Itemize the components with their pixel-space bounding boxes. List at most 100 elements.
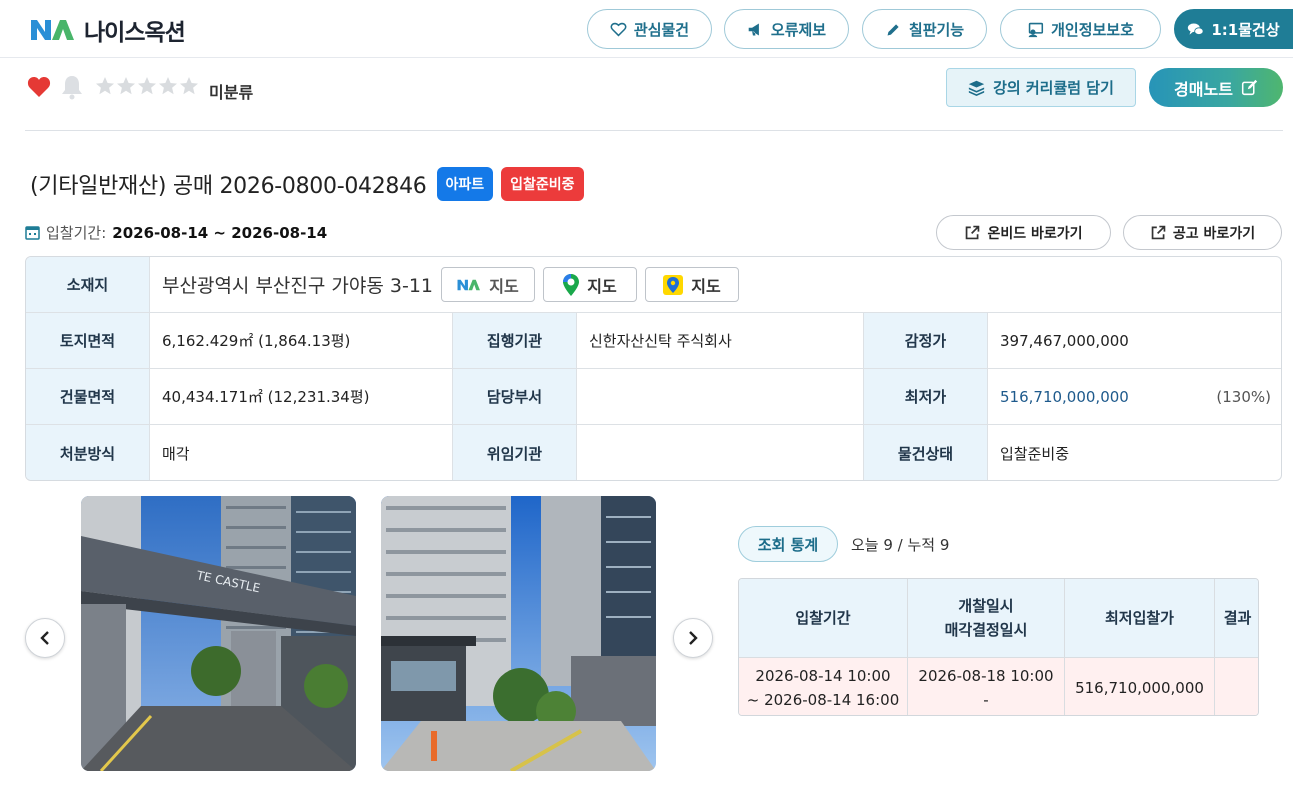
photo-next-button[interactable] (673, 618, 713, 658)
star-icon[interactable] (179, 76, 199, 96)
nice-logo-icon (457, 279, 481, 290)
property-photo-1[interactable]: TE CASTLE (81, 496, 356, 771)
min-bid-header-label: 최저입찰가 (1104, 609, 1174, 627)
favorites-button[interactable]: 관심물건 (587, 9, 712, 49)
star-icon[interactable] (158, 76, 178, 96)
brand-name: 나이스옥션 (84, 20, 186, 46)
land-area-value: 6,162.429㎡ (1,864.13평) (150, 313, 453, 369)
department-value (577, 369, 864, 425)
favorites-label: 관심물건 (633, 20, 690, 39)
map-label: 지도 (691, 276, 721, 296)
external-link-icon (1151, 225, 1166, 240)
open-datetime-header-label: 개찰일시 (958, 597, 1014, 615)
kakao-map-button[interactable]: 지도 (645, 267, 740, 302)
category-label[interactable]: 미분류 (209, 79, 253, 103)
min-bid-header: 최저입찰가 (1065, 579, 1215, 658)
consult-label: 1:1물건상 (1211, 20, 1280, 39)
type-badge: 아파트 (436, 167, 494, 201)
bid-period-header: 입찰기간 (739, 579, 908, 658)
nice-map-button[interactable]: 지도 (441, 267, 536, 302)
chevron-left-icon (40, 631, 49, 645)
rating-stars[interactable] (95, 76, 199, 96)
view-stats-pill: 조회 통계 (738, 526, 838, 562)
property-info-table: 소재지 부산광역시 부산진구 가야동 3-11 지도 지도 지도 토지면적 6,… (25, 256, 1282, 481)
min-price-ratio: (130%) (1216, 387, 1271, 406)
auction-note-button[interactable]: 경매노트 (1149, 68, 1283, 107)
layers-icon (968, 80, 985, 96)
open-decision-cell: 2026-08-18 10:00 - (908, 658, 1065, 715)
logo-icon (30, 19, 76, 41)
onbid-link-label: 온비드 바로가기 (987, 225, 1083, 242)
building-area-value: 40,434.171㎡ (12,231.34평) (150, 369, 453, 425)
divider (25, 130, 1283, 131)
blackboard-label: 칠판기능 (908, 20, 965, 39)
decision-datetime-value: - (983, 690, 989, 709)
map-label: 지도 (489, 276, 519, 296)
top-header: 나이스옥션 관심물건 오류제보 칠판기능 개인정보보호 1:1물건상 (0, 0, 1293, 58)
period-value: 2026-08-14 ~ 2026-08-14 (112, 223, 328, 242)
heart-outline-icon (610, 22, 627, 37)
notice-link-label: 공고 바로가기 (1172, 225, 1256, 242)
naver-map-button[interactable]: 지도 (543, 267, 638, 302)
building-area-header: 건물면적 (26, 369, 150, 425)
bid-period: 입찰기간: 2026-08-14 ~ 2026-08-14 (25, 222, 327, 243)
chat-bubbles-icon (1188, 23, 1204, 35)
land-area-header: 토지면적 (26, 313, 150, 369)
privacy-label: 개인정보보호 (1051, 20, 1134, 39)
min-price-value: 516,710,000,000 (1000, 387, 1129, 406)
calendar-icon (25, 226, 40, 240)
status-value: 입찰준비중 (1000, 445, 1070, 463)
curriculum-button[interactable]: 강의 커리큘럼 담기 (946, 68, 1136, 107)
curriculum-label: 강의 커리큘럼 담기 (993, 79, 1114, 97)
megaphone-icon (748, 23, 759, 35)
view-stats-text: 오늘 9 / 누적 9 (851, 536, 950, 554)
disposal-header: 처분방식 (26, 425, 150, 480)
appraisal-value: 397,467,000,000 (988, 313, 1281, 369)
privacy-button[interactable]: 개인정보보호 (1000, 9, 1161, 49)
bid-period-start: 2026-08-14 10:00 (755, 666, 891, 685)
executor-value: 신한자산신탁 주식회사 (577, 313, 864, 369)
open-decision-header: 개찰일시 매각결정일시 (908, 579, 1065, 658)
delegate-header: 위임기관 (453, 425, 577, 480)
min-bid-value: 516,710,000,000 (1075, 678, 1204, 697)
bell-icon[interactable] (60, 74, 84, 100)
user-monitor-icon (1028, 22, 1044, 37)
blackboard-button[interactable]: 칠판기능 (862, 9, 987, 49)
result-cell (1215, 658, 1258, 715)
edit-icon (1241, 79, 1258, 96)
status-badge: 입찰준비중 (501, 167, 584, 201)
naver-map-pin-icon (563, 273, 580, 296)
executor-header: 집행기관 (453, 313, 577, 369)
min-price-cell: 516,710,000,000 (130%) (988, 369, 1281, 425)
heart-icon[interactable] (27, 76, 51, 98)
report-error-label: 오류제보 (770, 20, 827, 39)
onbid-link-button[interactable]: 온비드 바로가기 (936, 215, 1111, 250)
bid-period-cell: 2026-08-14 10:00 ~ 2026-08-14 16:00 (739, 658, 908, 715)
star-icon[interactable] (95, 76, 115, 96)
location-header: 소재지 (26, 257, 150, 313)
star-icon[interactable] (137, 76, 157, 96)
star-icon[interactable] (116, 76, 136, 96)
department-header: 담당부서 (453, 369, 577, 425)
open-datetime-value: 2026-08-18 10:00 (918, 666, 1054, 685)
title-row: (기타일반재산) 공매 2026-0800-042846 아파트 입찰준비중 (30, 167, 584, 201)
page-title: (기타일반재산) 공매 2026-0800-042846 (30, 174, 427, 199)
photo-prev-button[interactable] (25, 618, 65, 658)
property-photo-2[interactable] (381, 496, 656, 771)
logo[interactable]: 나이스옥션 (30, 13, 186, 47)
kakao-map-pin-icon (663, 274, 684, 295)
report-error-button[interactable]: 오류제보 (724, 9, 849, 49)
status-header: 물건상태 (864, 425, 988, 480)
location-value: 부산광역시 부산진구 가야동 3-11 (162, 275, 434, 297)
consult-button[interactable]: 1:1물건상 (1174, 9, 1293, 49)
min-bid-cell: 516,710,000,000 (1065, 658, 1215, 715)
min-price-header: 최저가 (864, 369, 988, 425)
delegate-value (577, 425, 864, 480)
external-link-icon (966, 225, 980, 240)
appraisal-header: 감정가 (864, 313, 988, 369)
decision-datetime-header-label: 매각결정일시 (944, 621, 1028, 639)
notice-link-button[interactable]: 공고 바로가기 (1123, 215, 1282, 250)
result-header-label: 결과 (1223, 609, 1252, 627)
location-cell: 부산광역시 부산진구 가야동 3-11 지도 지도 지도 (150, 257, 1281, 313)
result-header: 결과 (1215, 579, 1258, 658)
